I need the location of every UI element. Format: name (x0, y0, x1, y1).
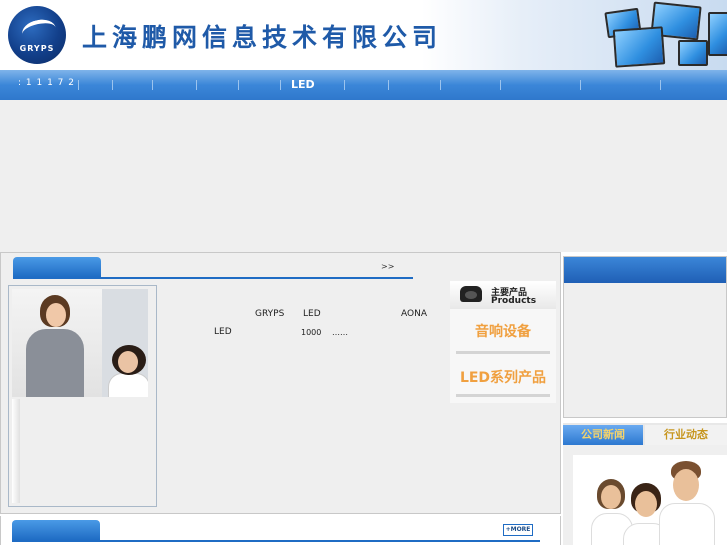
nav-separator (344, 80, 345, 90)
nav-separator (196, 80, 197, 90)
right-panel-header (564, 257, 726, 283)
nav-separator (580, 80, 581, 90)
right-news-panel (563, 445, 727, 545)
about-photo-frame (8, 285, 157, 507)
news-divider (12, 540, 540, 542)
logo-text: GRYPS (19, 44, 55, 53)
right-news-tabs: 公司新闻 行业动态 (563, 423, 727, 445)
company-title: 上海鹏网信息技术有限公司 (82, 23, 443, 52)
about-aona: AONA (401, 309, 427, 319)
right-panel (563, 256, 727, 418)
products-header: 主要产品 Products (450, 281, 556, 309)
about-divider (13, 277, 413, 279)
product-led-link[interactable]: LED系列产品 (456, 367, 550, 387)
hotline-text: : 1 1 1 7 2 (18, 78, 75, 88)
product-divider (456, 351, 550, 354)
nav-separator (440, 80, 441, 90)
page-header: GRYPS 上海鹏网信息技术有限公司 (0, 0, 727, 70)
product-divider (456, 394, 550, 397)
phone-icon (460, 286, 482, 302)
about-led: LED (303, 309, 321, 319)
product-audio-link[interactable]: 音响设备 (456, 321, 550, 341)
nav-separator (660, 80, 661, 90)
about-more-link[interactable]: >> (381, 262, 394, 271)
nav-separator (500, 80, 501, 90)
about-led-2: LED (214, 327, 232, 337)
news-tab[interactable] (12, 520, 100, 540)
photo-strip (12, 399, 20, 503)
products-panel: 主要产品 Products 音响设备 LED系列产品 (450, 281, 556, 403)
tab-industry-news[interactable]: 行业动态 (645, 425, 727, 445)
office-photo (12, 289, 148, 397)
nav-separator (112, 80, 113, 90)
banner-area (0, 100, 727, 252)
about-tab[interactable] (13, 257, 101, 277)
nav-separator (152, 80, 153, 90)
tab-company-news[interactable]: 公司新闻 (563, 425, 643, 445)
nav-separator (388, 80, 389, 90)
about-section: >> GRYPS LED AONA LED 1000 …… 主要产品 Produ… (0, 252, 561, 514)
about-ellipsis: …… (332, 328, 348, 337)
nav-item-led[interactable]: LED (291, 78, 315, 91)
main-nav-bar: : 1 1 1 7 2 LED (0, 70, 727, 100)
bird-icon (20, 16, 58, 46)
more-button[interactable]: +MORE (503, 524, 533, 536)
nav-separator (238, 80, 239, 90)
products-heading-en: Products (491, 296, 537, 306)
nav-separator (78, 80, 79, 90)
about-brand: GRYPS (255, 309, 285, 319)
about-count: 1000 (301, 328, 322, 337)
nav-separator (280, 80, 281, 90)
customer-service-photo (573, 455, 727, 545)
monitor-illustration (600, 1, 727, 70)
company-logo[interactable]: GRYPS (8, 6, 66, 64)
